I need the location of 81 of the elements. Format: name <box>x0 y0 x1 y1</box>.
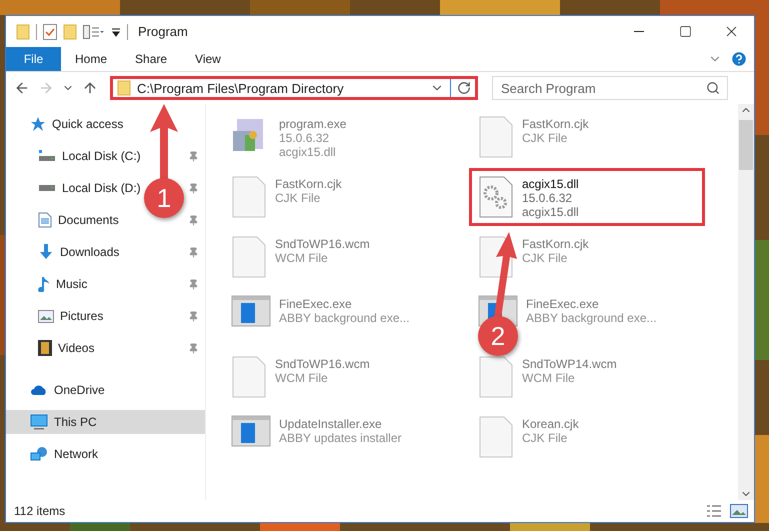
file-detail: CJK File <box>522 131 568 145</box>
file-detail: 15.0.6.32 <box>279 131 330 145</box>
maximize-icon <box>678 25 692 38</box>
blank-file-icon <box>478 415 514 459</box>
blank-file-icon <box>231 355 267 399</box>
ribbon-tab[interactable]: Home <box>61 47 122 71</box>
folder-icon <box>16 24 30 40</box>
file-detail: WCM File <box>275 371 329 385</box>
sidebar-item[interactable]: Pictures <box>60 309 104 323</box>
large-icons-view-icon[interactable] <box>730 504 748 518</box>
file-name[interactable]: acgix15.dll <box>522 177 579 191</box>
folder-icon <box>63 24 77 40</box>
details-view-icon[interactable] <box>706 504 722 518</box>
blank-file-icon <box>231 235 267 279</box>
ribbon-tab[interactable]: Share <box>121 47 182 71</box>
picture-icon <box>38 310 54 322</box>
file-name[interactable]: FineExec.exe <box>526 297 657 311</box>
ribbon-tab[interactable]: View <box>181 47 235 71</box>
blank-file-icon <box>478 115 514 159</box>
file-detail: acgix15.dll <box>279 145 337 159</box>
scroll-thumb[interactable] <box>739 120 753 170</box>
monitor-icon <box>30 414 48 430</box>
file-detail: acgix15.dll <box>522 205 579 219</box>
drive-icon <box>38 150 56 162</box>
help-icon[interactable] <box>730 50 748 68</box>
sidebar-item[interactable]: Quick access <box>52 117 124 131</box>
document-icon <box>38 212 52 228</box>
sidebar-item[interactable]: This PC <box>54 415 97 429</box>
sidebar-item[interactable]: Local Disk (C:) <box>62 149 141 163</box>
file-name[interactable]: FastKorn.cjk <box>522 117 589 131</box>
app-window-icon <box>231 295 271 327</box>
file-detail: WCM File <box>522 371 576 385</box>
address-bar[interactable]: C:\Program Files\Program Directory <box>110 76 478 100</box>
file-name[interactable]: SndToWP16.wcm <box>275 237 370 251</box>
file-detail: CJK File <box>522 251 568 265</box>
file-detail: ABBY background exe... <box>279 311 410 325</box>
sidebar-item[interactable]: Network <box>54 447 98 461</box>
address-path: C:\Program Files\Program Directory <box>137 80 345 96</box>
network-icon <box>30 446 48 462</box>
film-icon <box>38 340 52 356</box>
ribbon-tab[interactable]: File <box>6 47 61 71</box>
file-detail: WCM File <box>275 251 329 265</box>
sidebar-item[interactable]: Videos <box>58 341 94 355</box>
file-detail: ABBY updates installer <box>279 431 402 445</box>
drive-icon <box>38 184 56 192</box>
file-name[interactable]: Korean.cjk <box>522 417 579 431</box>
sidebar-item[interactable]: OneDrive <box>54 383 105 397</box>
file-detail: CJK File <box>522 431 568 445</box>
blank-file-icon <box>478 355 514 399</box>
file-name[interactable]: SndToWP14.wcm <box>522 357 617 371</box>
file-name[interactable]: FastKorn.cjk <box>275 177 342 191</box>
folder-icon <box>117 80 131 96</box>
checklist-icon <box>43 24 57 40</box>
sidebar-item[interactable]: Music <box>56 277 88 291</box>
minimize-icon <box>634 31 644 32</box>
blank-file-icon <box>231 175 267 219</box>
item-count: 112 items <box>14 504 66 518</box>
file-detail: ABBY background exe... <box>526 311 657 325</box>
file-name[interactable]: program.exe <box>279 117 346 131</box>
dropdown-icon <box>111 26 121 36</box>
cloud-icon <box>30 384 48 396</box>
file-name[interactable]: FineExec.exe <box>279 297 410 311</box>
search-icon <box>706 81 720 95</box>
search-field[interactable]: Search Program <box>492 76 728 100</box>
star-icon <box>30 116 46 132</box>
gear-file-icon <box>478 175 514 219</box>
sidebar-item[interactable]: Documents <box>58 213 119 227</box>
properties-icon <box>83 24 105 38</box>
file-detail: 15.0.6.32 <box>522 191 574 205</box>
download-arrow-icon <box>38 244 54 260</box>
music-note-icon <box>38 276 50 292</box>
file-name[interactable]: FastKorn.cjk <box>522 237 589 251</box>
sidebar-item[interactable]: Local Disk (D:) <box>62 181 141 195</box>
refresh-icon[interactable] <box>457 81 471 95</box>
file-name[interactable]: SndToWP16.wcm <box>275 357 370 371</box>
scrollbar[interactable] <box>738 104 754 500</box>
app-window-icon <box>231 415 271 447</box>
file-detail: CJK File <box>275 191 322 205</box>
sidebar-item[interactable]: Downloads <box>60 245 120 259</box>
file-name[interactable]: UpdateInstaller.exe <box>279 417 402 431</box>
window-title: Program <box>138 24 188 39</box>
